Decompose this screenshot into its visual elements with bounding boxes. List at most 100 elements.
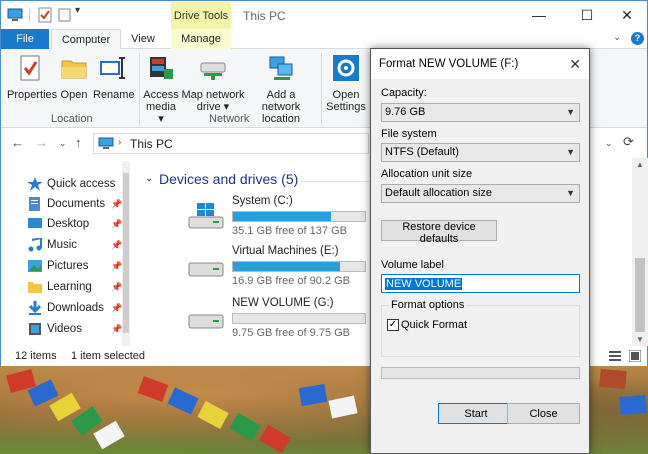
recent-locations-icon[interactable]: ⌄ [59, 138, 67, 149]
open-settings-label: Open [332, 89, 360, 101]
selection-count: 1 item selected [71, 350, 145, 362]
quick-format-checkbox[interactable]: ✓ [387, 319, 399, 331]
open-settings-label-2: Settings [326, 101, 366, 113]
drive-item-new-volume-g[interactable]: NEW VOLUME (G:) 9.75 GB free of 9.75 GB [187, 297, 377, 341]
hard-drive-icon [188, 262, 224, 277]
drive-tools-contextual-tab: Drive Tools [171, 2, 231, 29]
drive-free-space: 16.9 GB free of 90.2 GB [232, 275, 351, 287]
videos-icon [29, 323, 41, 335]
breadcrumb-chevron-icon[interactable]: › [118, 137, 121, 148]
pin-icon[interactable]: 📌 [111, 219, 122, 230]
folder-icon [28, 282, 42, 293]
allocation-unit-select[interactable]: Default allocation size ▼ [381, 184, 580, 203]
windows-drive-icon [188, 203, 224, 229]
pin-icon[interactable]: 📌 [111, 303, 122, 314]
tab-view[interactable]: View [123, 29, 163, 49]
desktop-icon [28, 218, 42, 228]
drive-free-space: 35.1 GB free of 137 GB [232, 225, 347, 237]
group-separator [321, 53, 322, 125]
scrollbar-thumb[interactable] [635, 258, 645, 332]
drive-free-space: 9.75 GB free of 9.75 GB [232, 327, 351, 339]
breadcrumb[interactable]: This PC [130, 137, 173, 151]
add-network-location-button[interactable]: Add a network location [247, 53, 315, 125]
access-media-button[interactable]: Access media ▾ [143, 53, 179, 125]
back-arrow-icon[interactable]: ← [11, 135, 24, 150]
prayer-flag [197, 400, 229, 430]
start-button[interactable]: Start [438, 403, 514, 424]
group-label-location: Location [51, 113, 93, 125]
prayer-flag [167, 387, 199, 415]
pin-icon[interactable]: 📌 [111, 324, 122, 335]
documents-icon [29, 197, 40, 211]
details-view-icon[interactable] [609, 350, 621, 362]
pin-icon[interactable]: 📌 [111, 199, 122, 210]
address-bar[interactable]: › This PC [93, 133, 369, 154]
open-button[interactable]: Open [59, 53, 89, 101]
maximize-button[interactable]: ☐ [565, 1, 609, 29]
rename-button[interactable]: Rename [93, 53, 135, 101]
drive-item-virtual-machines-e[interactable]: Virtual Machines (E:) 16.9 GB free of 90… [187, 245, 377, 289]
drive-name: Virtual Machines (E:) [232, 245, 339, 257]
quick-format-label[interactable]: Quick Format [401, 319, 467, 331]
volume-label-input[interactable]: NEW VOLUME [381, 274, 580, 293]
ribbon-tabs: File Computer View Manage ⌄ ? [1, 29, 647, 50]
title-bar: ▾ Drive Tools This PC — ☐ ✕ [1, 1, 647, 29]
chevron-down-icon[interactable]: ⌄ [145, 173, 153, 184]
drive-name: NEW VOLUME (G:) [232, 297, 334, 309]
format-dialog: Format NEW VOLUME (F:) ✕ Capacity: 9.76 … [370, 48, 590, 454]
group-separator [139, 53, 140, 125]
music-icon [28, 238, 42, 252]
format-options-label: Format options [389, 299, 467, 311]
large-icons-view-icon[interactable] [629, 350, 641, 362]
map-network-drive-button[interactable]: Map network drive ▾ [181, 53, 245, 113]
close-button[interactable]: Close [507, 403, 580, 424]
scroll-down-icon[interactable]: ▼ [636, 335, 644, 344]
chevron-down-icon: ▼ [566, 147, 575, 157]
minimize-button[interactable]: — [517, 1, 561, 29]
prayer-flag [298, 383, 328, 407]
restore-device-defaults-button[interactable]: Restore device defaults [381, 220, 497, 245]
tab-file[interactable]: File [1, 29, 49, 49]
forward-arrow-icon[interactable]: → [35, 135, 48, 150]
drive-item-system-c[interactable]: System (C:) 35.1 GB free of 137 GB [187, 195, 377, 239]
dialog-title-bar: Format NEW VOLUME (F:) ✕ [371, 49, 589, 79]
scroll-up-icon[interactable]: ▲ [636, 160, 644, 169]
pin-icon[interactable]: 📌 [111, 282, 122, 293]
pc-icon [98, 137, 114, 149]
address-dropdown-icon[interactable]: ⌄ [605, 138, 613, 149]
access-media-label: Access [143, 89, 179, 101]
drive-capacity-fill [233, 262, 340, 271]
tab-computer[interactable]: Computer [51, 29, 121, 50]
pin-icon[interactable]: 📌 [111, 240, 122, 251]
dialog-close-icon[interactable]: ✕ [569, 56, 581, 73]
close-window-button[interactable]: ✕ [605, 1, 648, 29]
drive-capacity-bar [232, 261, 366, 272]
properties-button[interactable]: Properties [7, 53, 57, 101]
collapse-ribbon-icon[interactable]: ⌄ [613, 32, 621, 43]
access-media-label-2: media ▾ [146, 101, 176, 125]
navigation-pane-scrollbar[interactable] [122, 161, 130, 346]
pin-icon[interactable]: 📌 [111, 261, 122, 272]
allocation-unit-value: Default allocation size [385, 187, 493, 199]
open-settings-button[interactable]: Open Settings [325, 53, 367, 113]
tab-manage[interactable]: Manage [171, 29, 231, 49]
properties-quick-icon[interactable] [37, 7, 53, 23]
new-folder-quick-icon[interactable] [57, 7, 73, 23]
scrollbar-thumb[interactable] [123, 173, 129, 333]
prayer-flag [229, 412, 261, 442]
dialog-title: Format NEW VOLUME (F:) [379, 58, 519, 70]
section-title-devices-and-drives[interactable]: Devices and drives (5) [159, 171, 298, 187]
content-scrollbar[interactable]: ▲ ▼ [632, 158, 648, 346]
pc-icon[interactable] [7, 7, 23, 23]
help-icon[interactable]: ? [631, 32, 644, 45]
volume-label-label: Volume label [381, 259, 444, 271]
refresh-icon[interactable]: ⟳ [623, 134, 634, 150]
customize-quick-access-icon[interactable]: ▾ [75, 5, 91, 21]
properties-icon [20, 55, 40, 81]
filesystem-select[interactable]: NTFS (Default) ▼ [381, 143, 580, 162]
up-arrow-icon[interactable]: ↑ [75, 135, 82, 150]
capacity-select[interactable]: 9.76 GB ▼ [381, 103, 580, 122]
map-network-drive-label: Map network [181, 89, 245, 101]
prayer-flag [93, 420, 125, 450]
drive-capacity-bar [232, 313, 366, 324]
